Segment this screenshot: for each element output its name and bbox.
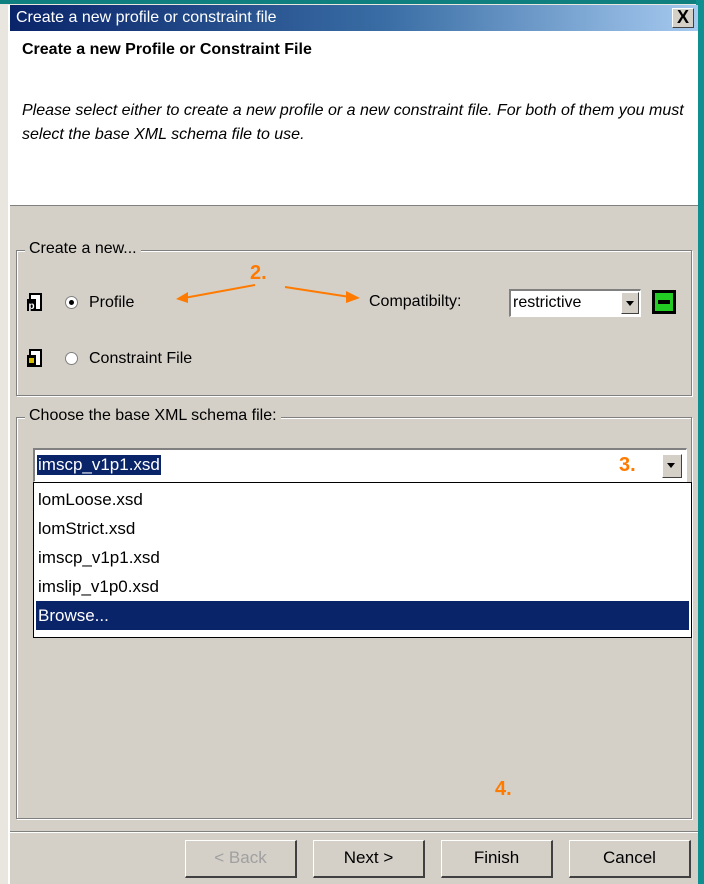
list-item[interactable]: imscp_v1p1.xsd	[36, 543, 691, 572]
close-button[interactable]: X	[672, 8, 694, 28]
next-button[interactable]: Next >	[313, 840, 425, 878]
finish-button[interactable]: Finish	[441, 840, 553, 878]
button-separator	[10, 831, 698, 833]
compatibility-toggle-icon[interactable]	[651, 289, 677, 315]
compatibility-select[interactable]: restrictive	[509, 289, 641, 317]
annotation-arrows	[176, 284, 360, 303]
header-panel: Create a new Profile or Constraint File …	[10, 31, 698, 206]
page-title: Create a new Profile or Constraint File	[22, 41, 312, 58]
cancel-button[interactable]: Cancel	[569, 840, 691, 878]
list-item[interactable]: imslip_v1p0.xsd	[36, 572, 691, 601]
profile-radio[interactable]	[65, 296, 78, 309]
page-description: Please select either to create a new pro…	[22, 102, 684, 143]
annotation-4: 4.	[495, 778, 512, 800]
close-icon: X	[676, 7, 689, 27]
compatibility-value: restrictive	[513, 294, 582, 311]
constraint-file-icon	[27, 349, 42, 367]
title-bar[interactable]: Create a new profile or constraint file …	[10, 5, 698, 31]
svg-text:p: p	[29, 301, 35, 312]
schema-options-list: lomLoose.xsd lomStrict.xsd imscp_v1p1.xs…	[33, 482, 692, 638]
schema-legend: Choose the base XML schema file:	[25, 407, 281, 425]
create-new-legend: Create a new...	[25, 240, 141, 258]
schema-dropdown-button[interactable]	[662, 454, 682, 478]
list-item[interactable]: lomStrict.xsd	[36, 514, 691, 543]
compatibility-dropdown-button[interactable]	[621, 292, 639, 314]
profile-label: Profile	[89, 294, 135, 311]
annotation-2: 2.	[250, 262, 267, 284]
constraint-file-label: Constraint File	[89, 350, 193, 367]
schema-combobox[interactable]: imscp_v1p1.xsd	[33, 448, 687, 482]
compatibility-label: Compatibilty:	[369, 293, 462, 310]
schema-group: Choose the base XML schema file: imscp_v…	[16, 407, 692, 819]
profile-file-icon: p	[27, 293, 42, 312]
schema-selected-value: imscp_v1p1.xsd	[37, 455, 161, 475]
desktop-edge-top	[0, 0, 704, 4]
dialog-window: Create a new profile or constraint file …	[8, 5, 698, 884]
window-title: Create a new profile or constraint file	[16, 9, 277, 26]
constraint-file-radio[interactable]	[65, 352, 78, 365]
list-item[interactable]: lomLoose.xsd	[36, 485, 691, 514]
back-button[interactable]: < Back	[185, 840, 297, 878]
list-item-browse[interactable]: Browse...	[36, 601, 689, 630]
annotation-3: 3.	[619, 454, 636, 476]
